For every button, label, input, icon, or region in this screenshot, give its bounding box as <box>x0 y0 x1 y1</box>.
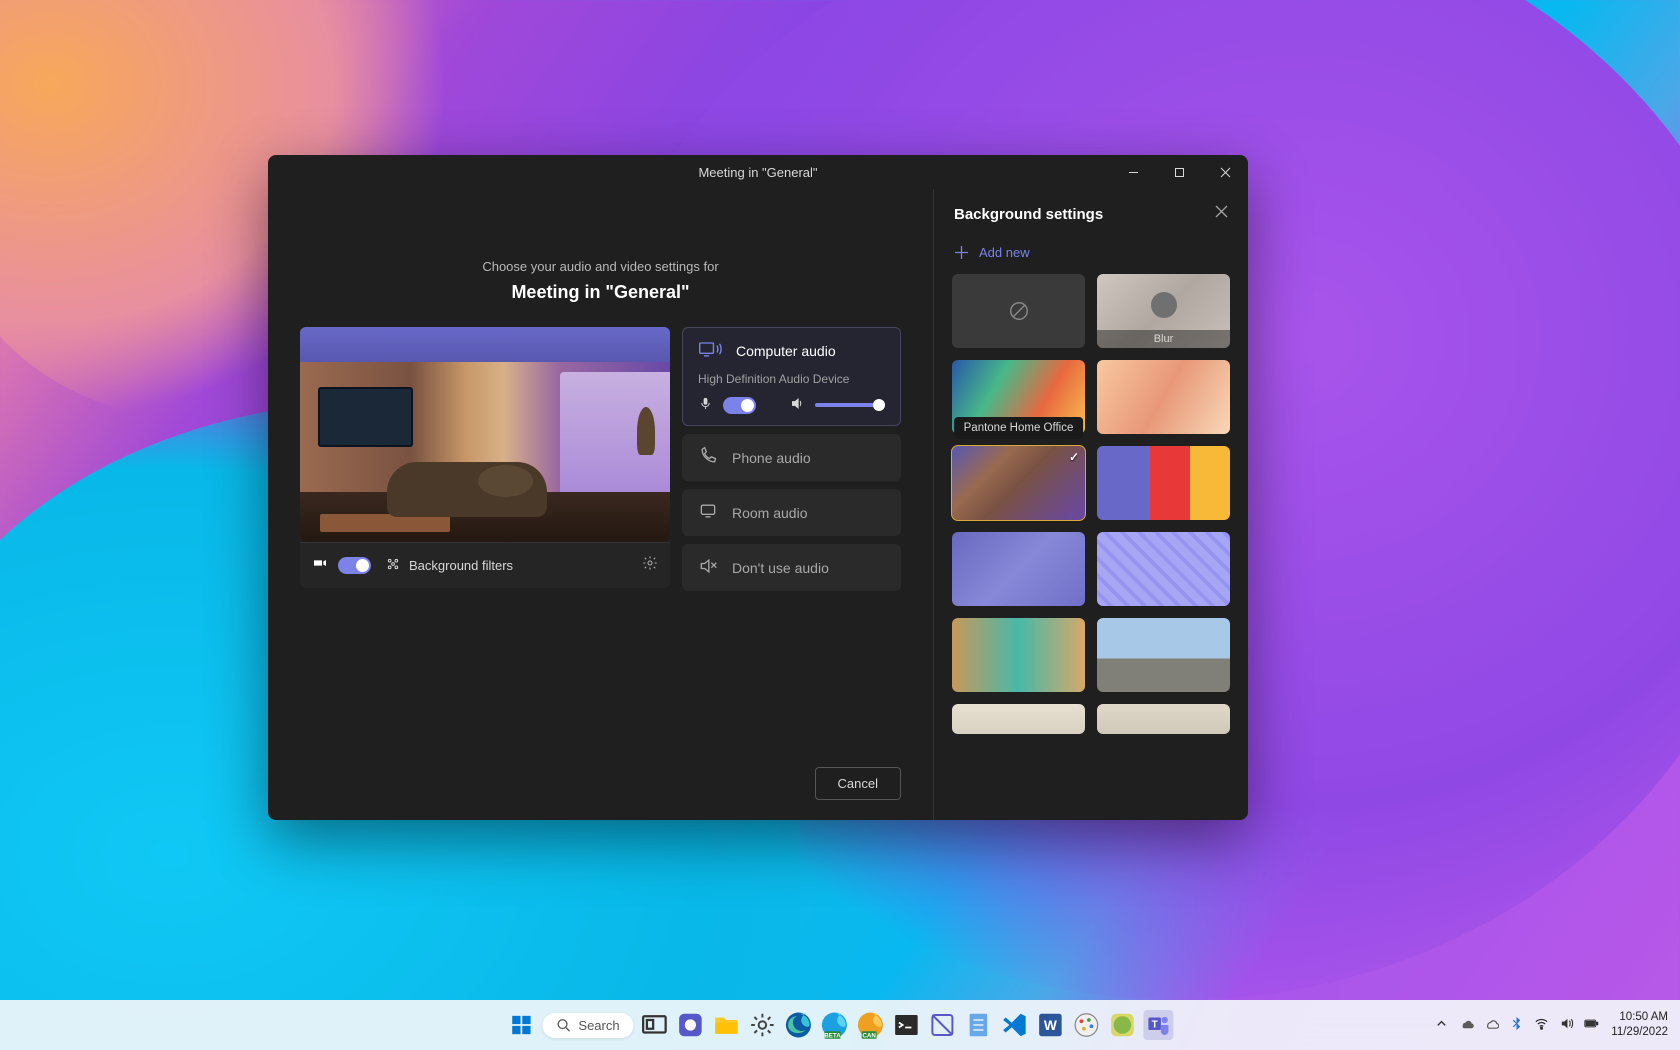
no-audio-label: Don't use audio <box>732 560 829 576</box>
taskbar-app-notepad[interactable] <box>964 1010 994 1040</box>
wifi-icon[interactable] <box>1534 1016 1549 1034</box>
camera-toggle[interactable] <box>338 557 371 574</box>
computer-audio-icon <box>698 339 722 362</box>
room-icon <box>698 501 718 524</box>
taskbar-app-edge[interactable] <box>784 1010 814 1040</box>
cloud-icon[interactable] <box>1484 1016 1499 1034</box>
bg-tile-dessert-scene[interactable] <box>1097 360 1230 434</box>
panel-title: Background settings <box>954 206 1103 223</box>
battery-icon[interactable] <box>1584 1016 1599 1034</box>
bg-tooltip: Pantone Home Office <box>954 417 1084 439</box>
window-controls <box>1110 155 1248 189</box>
camera-preview <box>300 327 670 542</box>
audio-option-none[interactable]: Don't use audio <box>682 544 901 591</box>
svg-text:CAN: CAN <box>863 1033 877 1040</box>
task-view-button[interactable] <box>640 1010 670 1040</box>
microphone-icon <box>698 396 713 414</box>
bg-tile-seaside-boardwalk[interactable] <box>1097 618 1230 692</box>
onedrive-icon[interactable] <box>1459 1016 1474 1034</box>
system-tray: 10:50 AM 11/29/2022 <box>1434 1010 1668 1040</box>
minimize-button[interactable] <box>1110 155 1156 189</box>
bg-tile-notes-wall[interactable] <box>1097 532 1230 606</box>
camera-icon <box>312 555 328 576</box>
meeting-name[interactable]: Meeting in "General" <box>300 282 901 303</box>
teams-prejoin-window: Meeting in "General" Choose your audio a… <box>268 155 1248 820</box>
taskbar-app-vscode[interactable] <box>1000 1010 1030 1040</box>
prejoin-main: Choose your audio and video settings for… <box>268 189 933 820</box>
bg-tile-glass-hallway[interactable] <box>952 618 1085 692</box>
phone-icon <box>698 446 718 469</box>
taskbar-app-edge-beta[interactable]: BETA <box>820 1010 850 1040</box>
video-controls: Background filters <box>300 542 670 588</box>
choose-label: Choose your audio and video settings for <box>300 259 901 274</box>
phone-audio-label: Phone audio <box>732 450 811 466</box>
camera-settings-button[interactable] <box>642 555 658 576</box>
audio-option-room[interactable]: Room audio <box>682 489 901 536</box>
taskbar-app-spotify[interactable] <box>1108 1010 1138 1040</box>
speaker-icon <box>790 396 805 414</box>
audio-device-name: High Definition Audio Device <box>698 372 885 386</box>
background-grid: Blur Pantone Home Office <box>934 274 1248 744</box>
taskbar-app-snipping[interactable] <box>928 1010 958 1040</box>
audio-option-phone[interactable]: Phone audio <box>682 434 901 481</box>
bg-tile-colorful-studio[interactable] <box>1097 446 1230 520</box>
svg-text:W: W <box>1044 1018 1057 1033</box>
computer-audio-label: Computer audio <box>736 343 836 359</box>
taskbar-app-word[interactable]: W <box>1036 1010 1066 1040</box>
room-audio-label: Room audio <box>732 505 808 521</box>
taskbar-search[interactable]: Search <box>542 1013 633 1038</box>
taskbar: Search BETA CAN W T 10:50 AM 11/29/2022 <box>0 1000 1680 1050</box>
background-settings-panel: Background settings Add new Blur <box>933 189 1248 820</box>
bg-tile-pantone-home-office[interactable]: Pantone Home Office <box>952 446 1085 520</box>
titlebar: Meeting in "General" <box>268 155 1248 189</box>
bg-tile-light-room-a[interactable] <box>952 704 1085 734</box>
taskbar-clock[interactable]: 10:50 AM 11/29/2022 <box>1611 1010 1668 1040</box>
search-placeholder: Search <box>578 1018 619 1033</box>
cancel-button[interactable]: Cancel <box>815 767 901 800</box>
svg-text:BETA: BETA <box>824 1033 841 1040</box>
add-new-label: Add new <box>979 245 1030 260</box>
taskbar-app-terminal[interactable] <box>892 1010 922 1040</box>
clock-time: 10:50 AM <box>1611 1010 1668 1025</box>
bg-tile-purple-texture[interactable] <box>952 532 1085 606</box>
bluetooth-icon[interactable] <box>1509 1016 1524 1034</box>
audio-options: Computer audio High Definition Audio Dev… <box>682 327 901 591</box>
panel-close-button[interactable] <box>1215 205 1228 223</box>
taskbar-app-settings[interactable] <box>748 1010 778 1040</box>
taskbar-app-teams[interactable]: T <box>1144 1010 1174 1040</box>
start-button[interactable] <box>506 1010 536 1040</box>
window-title: Meeting in "General" <box>698 165 817 180</box>
bg-tile-light-room-b[interactable] <box>1097 704 1230 734</box>
bg-tile-none[interactable] <box>952 274 1085 348</box>
background-filters-button[interactable]: Background filters <box>385 556 513 575</box>
svg-text:T: T <box>1152 1020 1158 1031</box>
taskbar-app-edge-canary[interactable]: CAN <box>856 1010 886 1040</box>
blur-label: Blur <box>1097 330 1230 348</box>
clock-date: 11/29/2022 <box>1611 1025 1668 1040</box>
tray-chevron-icon[interactable] <box>1434 1016 1449 1034</box>
bg-filters-label: Background filters <box>409 558 513 573</box>
effects-icon <box>385 556 401 575</box>
volume-slider[interactable] <box>815 403 885 407</box>
close-button[interactable] <box>1202 155 1248 189</box>
no-audio-icon <box>698 556 718 579</box>
taskbar-app-chat[interactable] <box>676 1010 706 1040</box>
taskbar-app-explorer[interactable] <box>712 1010 742 1040</box>
add-new-background-button[interactable]: Add new <box>934 237 1248 274</box>
maximize-button[interactable] <box>1156 155 1202 189</box>
microphone-toggle[interactable] <box>723 397 756 414</box>
taskbar-app-paint[interactable] <box>1072 1010 1102 1040</box>
audio-option-computer[interactable]: Computer audio High Definition Audio Dev… <box>682 327 901 426</box>
bg-tile-blur[interactable]: Blur <box>1097 274 1230 348</box>
volume-icon[interactable] <box>1559 1016 1574 1034</box>
